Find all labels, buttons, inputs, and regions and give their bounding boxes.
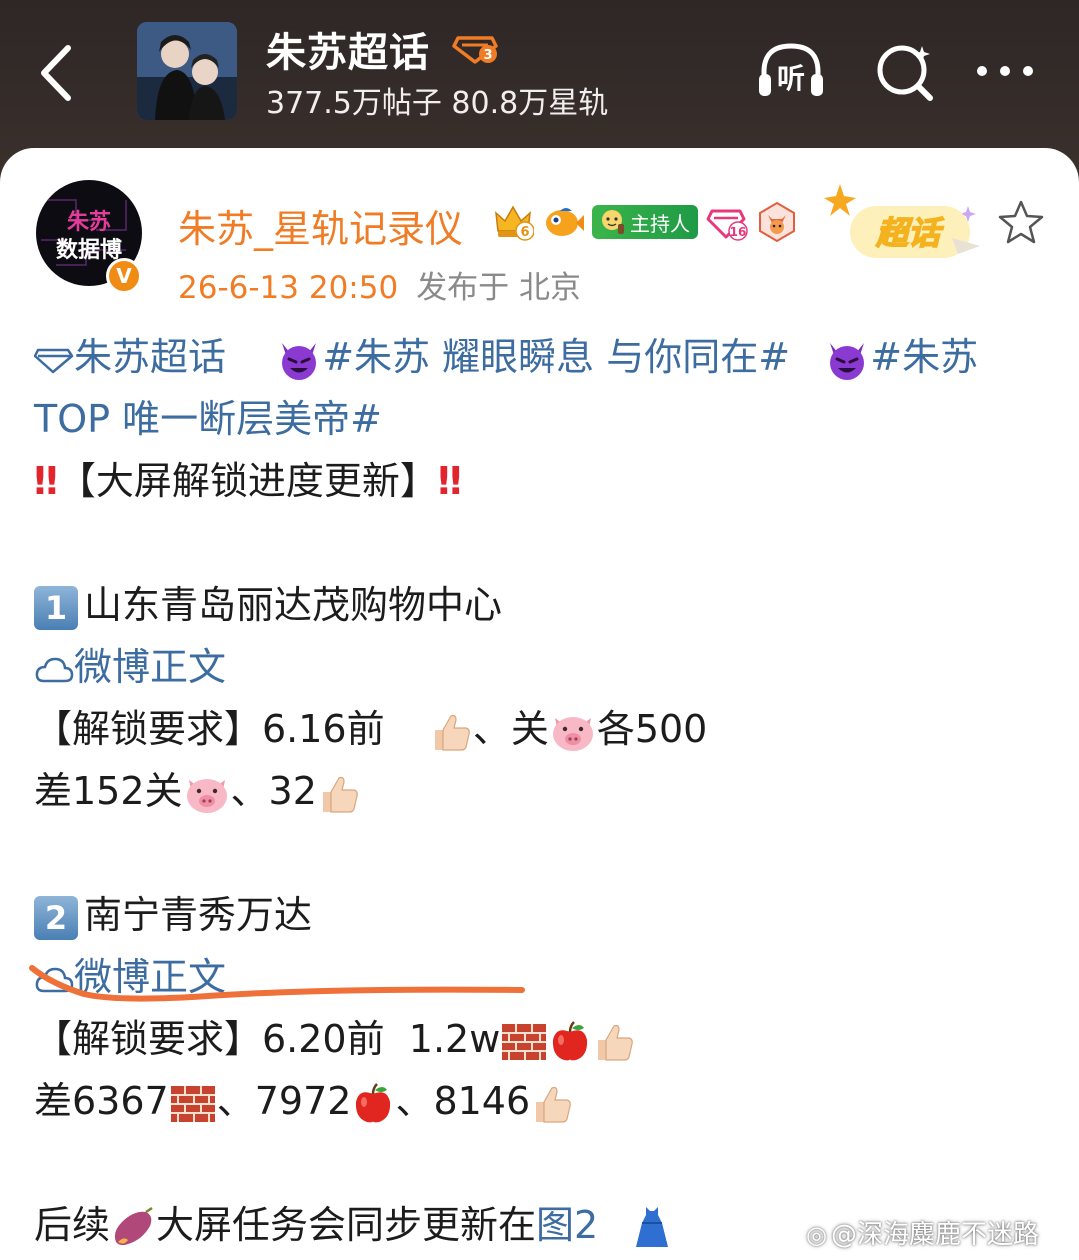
- footer-line: 后续 大屏任务会同步更新在图2: [34, 1201, 672, 1249]
- pig-face-icon: [183, 772, 231, 816]
- watermark: ◎ @深海麋鹿不迷路: [806, 1220, 1039, 1250]
- item-title: 1 山东青岛丽达茂购物中心: [34, 581, 503, 630]
- dress-icon: [632, 1205, 672, 1251]
- apple-icon: [351, 1082, 395, 1126]
- hand-drawn-underline: [29, 965, 525, 1002]
- post-time: 26-6-13 20:50: [178, 270, 399, 306]
- diamond-outline-icon: [34, 346, 74, 374]
- item-title-text: 南宁青秀万达: [84, 893, 313, 937]
- sweet-potato-icon: [110, 1206, 156, 1250]
- double-exclamation-icon: ‼: [34, 459, 58, 503]
- thumbs-up-icon: [592, 1020, 636, 1064]
- listen-icon[interactable]: 听: [756, 40, 826, 102]
- unlock-requirement: 【解锁要求】6.20前 1.2w: [34, 1015, 636, 1063]
- svg-text:听: 听: [777, 62, 805, 95]
- brick-icon: [169, 1082, 217, 1126]
- unlock-requirement: 【解锁要求】6.16前 、关 各500: [34, 705, 707, 753]
- item-title-text: 山东青岛丽达茂购物中心: [84, 583, 503, 627]
- post-location: 发布于 北京: [416, 270, 582, 306]
- svg-text:3: 3: [483, 48, 492, 63]
- weibo-logo-icon: ◎: [806, 1221, 827, 1249]
- number-keycap-icon: 2: [34, 895, 78, 940]
- topic-cover-image[interactable]: [137, 22, 237, 120]
- headline: ‼【大屏解锁进度更新】‼: [34, 457, 462, 505]
- post-meta: 26-6-13 20:50 发布于 北京: [178, 262, 581, 307]
- image-link[interactable]: 图2: [536, 1203, 598, 1247]
- unlock-difference: 差152关 、32: [34, 767, 361, 815]
- search-icon[interactable]: [870, 40, 940, 102]
- thumbs-up-icon: [530, 1082, 574, 1126]
- diamond-badge-icon[interactable]: 16: [706, 201, 748, 243]
- cloud-link-icon: [34, 655, 74, 685]
- level-badge-icon: 3: [452, 32, 498, 66]
- more-icon[interactable]: [970, 40, 1040, 102]
- brick-icon: [500, 1020, 548, 1064]
- topic-stats: 377.5万帖子 80.8万星轨: [266, 86, 609, 121]
- favorite-star-icon[interactable]: [996, 198, 1046, 248]
- svg-text:6: 6: [520, 225, 529, 240]
- author-name[interactable]: 朱苏_星轨记录仪: [178, 198, 463, 253]
- back-icon[interactable]: [30, 38, 90, 108]
- fish-badge-icon[interactable]: [542, 201, 584, 243]
- hashtag-link[interactable]: #朱苏 耀眼瞬息 与你同在#: [322, 335, 790, 379]
- apple-icon: [548, 1020, 592, 1064]
- svg-text:16: 16: [730, 225, 747, 239]
- svg-text:超话: 超话: [875, 214, 944, 252]
- post-card: 朱苏 数据博 V 朱苏_星轨记录仪 6 主持人 16 超话 26-6-13 20…: [0, 148, 1079, 1260]
- host-badge-label: 主持人: [630, 211, 690, 236]
- pig-face-icon: [549, 710, 597, 754]
- topic-link[interactable]: 朱苏超话: [34, 335, 226, 379]
- supertopic-tag[interactable]: 超话: [822, 176, 990, 266]
- number-keycap-icon: 1: [34, 585, 78, 630]
- double-exclamation-icon: ‼: [437, 459, 462, 503]
- hashtag-link[interactable]: #朱苏: [870, 335, 978, 379]
- devil-emoji-icon: [824, 337, 870, 383]
- fox-badge-icon[interactable]: [756, 201, 798, 243]
- host-badge[interactable]: 主持人: [592, 205, 698, 239]
- topic-line: 朱苏超话 #朱苏 耀眼瞬息 与你同在# #朱苏: [34, 333, 978, 381]
- author-badges: 6 主持人 16: [492, 200, 798, 244]
- crown-badge-icon[interactable]: 6: [492, 201, 535, 243]
- thumbs-up-icon: [317, 772, 361, 816]
- weibo-post-link[interactable]: 微博正文: [34, 643, 226, 691]
- headline-text: 【大屏解锁进度更新】: [57, 459, 438, 503]
- topic-title: 朱苏超话: [266, 30, 430, 76]
- verified-badge-icon: V: [106, 258, 142, 294]
- hashtag-link[interactable]: TOP 唯一断层美帝#: [34, 397, 382, 441]
- item-title: 2 南宁青秀万达: [34, 891, 313, 940]
- hashtag-continuation: TOP 唯一断层美帝#: [34, 395, 382, 443]
- thumbs-up-icon: [429, 710, 473, 754]
- devil-emoji-icon: [276, 337, 322, 383]
- unlock-difference: 差6367 、7972 、8146: [34, 1077, 574, 1125]
